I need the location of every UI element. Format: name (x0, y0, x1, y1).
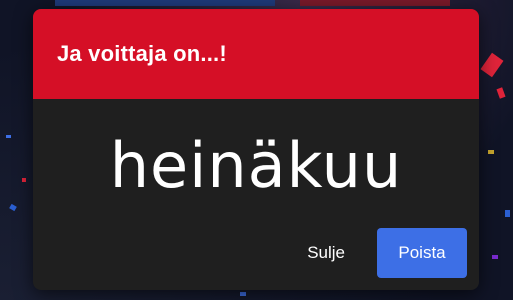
confetti-piece (488, 150, 494, 154)
dialog-title: Ja voittaja on...! (57, 41, 227, 66)
confetti-piece (480, 52, 504, 78)
confetti-piece (505, 210, 510, 217)
confetti-piece (300, 0, 450, 6)
confetti-piece (240, 292, 246, 296)
dialog-header: Ja voittaja on...! (33, 9, 479, 99)
confetti-piece (22, 178, 26, 182)
winner-dialog: Ja voittaja on...! heinäkuu Sulje Poista (33, 9, 479, 290)
confetti-piece (9, 203, 17, 212)
winner-area: heinäkuu (33, 99, 479, 231)
confetti-piece (496, 87, 506, 99)
confetti-piece (6, 135, 11, 138)
confetti-piece (55, 0, 275, 6)
dialog-actions: Sulje Poista (287, 228, 467, 278)
winner-text: heinäkuu (109, 128, 403, 202)
confetti-piece (492, 255, 498, 259)
close-button[interactable]: Sulje (287, 228, 365, 278)
remove-button[interactable]: Poista (377, 228, 467, 278)
